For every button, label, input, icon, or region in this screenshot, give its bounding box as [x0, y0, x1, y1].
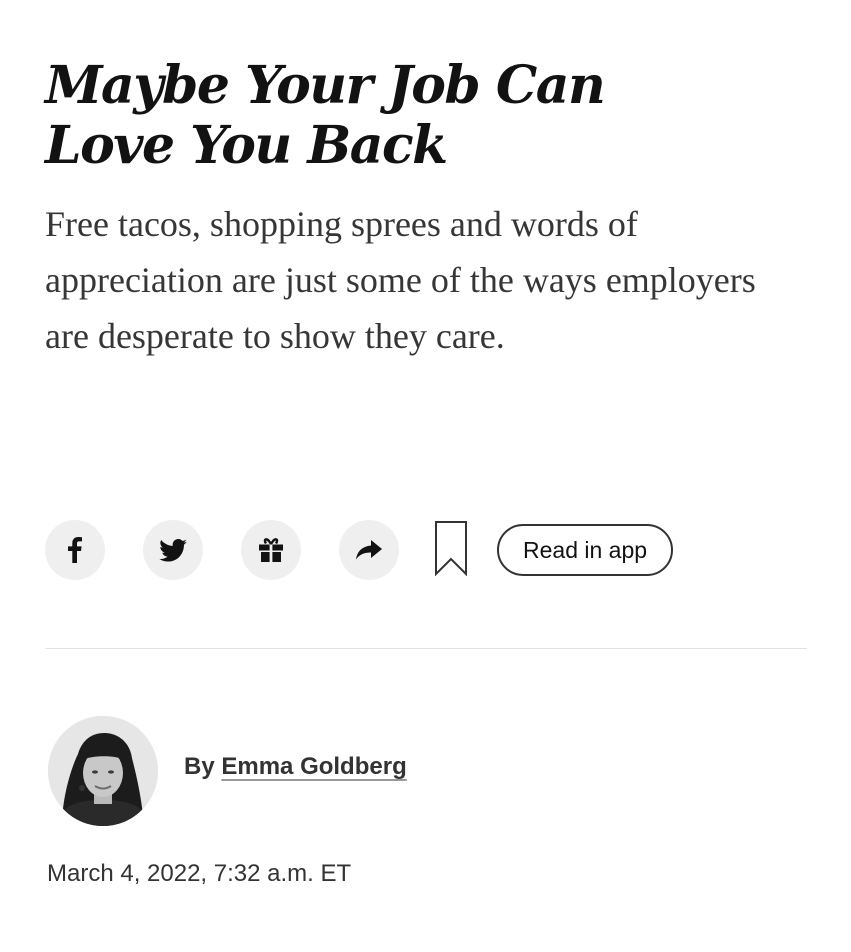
byline-section: By Emma Goldberg: [48, 716, 407, 826]
author-link[interactable]: Emma Goldberg: [221, 753, 406, 780]
share-arrow-icon: [356, 540, 382, 560]
twitter-share-button[interactable]: [143, 520, 203, 580]
facebook-icon: [68, 537, 82, 563]
publish-timestamp: March 4, 2022, 7:32 a.m. ET: [47, 860, 352, 887]
twitter-icon: [159, 538, 187, 562]
gift-icon: [258, 537, 284, 563]
gift-article-button[interactable]: [241, 520, 301, 580]
read-in-app-button[interactable]: Read in app: [497, 524, 674, 576]
facebook-share-button[interactable]: [45, 520, 105, 580]
byline: By Emma Goldberg: [184, 753, 407, 781]
save-article-button[interactable]: [433, 520, 469, 581]
headline: Maybe Your Job Can Love You Back: [45, 55, 606, 176]
divider: [45, 648, 807, 649]
article-summary: Free tacos, shopping sprees and words of…: [45, 204, 756, 356]
byline-prefix: By: [184, 753, 222, 780]
share-toolbar: Read in app: [45, 520, 674, 581]
share-button[interactable]: [339, 520, 399, 580]
bookmark-icon: [434, 520, 468, 581]
article-header: Maybe Your Job Can Love You Back Free ta…: [45, 56, 807, 364]
author-avatar[interactable]: [48, 716, 158, 826]
